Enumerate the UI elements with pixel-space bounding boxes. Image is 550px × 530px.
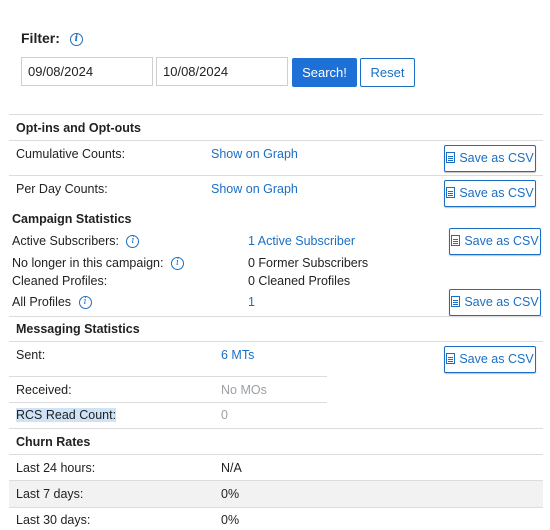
divider xyxy=(9,402,327,403)
cleaned-profiles-label: Cleaned Profiles: xyxy=(12,274,108,288)
cleaned-profiles-value: 0 Cleaned Profiles xyxy=(248,274,351,288)
churn-row-value: N/A xyxy=(221,461,242,475)
document-icon xyxy=(451,296,461,307)
messaging-save-csv-button[interactable]: Save as CSV xyxy=(444,346,536,373)
churn-row-label: Last 7 days: xyxy=(16,487,84,501)
all-profiles-label: All Profiles i xyxy=(12,295,92,310)
info-icon[interactable]: i xyxy=(126,235,140,249)
optins-heading: Opt-ins and Opt-outs xyxy=(16,121,141,135)
reset-button[interactable]: Reset xyxy=(360,58,415,87)
info-icon[interactable]: i xyxy=(170,257,184,271)
start-date-input[interactable]: 09/08/2024 xyxy=(21,57,153,86)
sent-link[interactable]: 6 MTs xyxy=(221,348,254,362)
info-icon[interactable]: i xyxy=(69,32,83,46)
churn-heading: Churn Rates xyxy=(16,435,91,449)
sent-label: Sent: xyxy=(16,348,46,362)
former-subscribers-value: 0 Former Subscribers xyxy=(248,256,369,270)
churn-row-value: 0% xyxy=(221,487,240,501)
messaging-heading: Messaging Statistics xyxy=(16,322,140,336)
churn-row-label: Last 24 hours: xyxy=(16,461,96,475)
filter-label: Filter: i xyxy=(21,30,83,46)
per-day-save-csv-button[interactable]: Save as CSV xyxy=(444,180,536,207)
table-row xyxy=(9,481,543,507)
churn-row-label: Last 30 days: xyxy=(16,513,91,527)
no-longer-label: No longer in this campaign: i xyxy=(12,256,184,271)
divider xyxy=(9,454,543,455)
per-day-counts-label: Per Day Counts: xyxy=(16,182,108,196)
campaign-save-csv-button[interactable]: Save as CSV xyxy=(449,228,541,255)
search-button[interactable]: Search! xyxy=(292,58,357,87)
received-value: No MOs xyxy=(221,383,267,397)
rcs-read-count-value: 0 xyxy=(221,408,228,422)
per-day-show-graph-link[interactable]: Show on Graph xyxy=(211,182,298,196)
cumulative-save-csv-button[interactable]: Save as CSV xyxy=(444,145,536,172)
received-label: Received: xyxy=(16,383,72,397)
document-icon xyxy=(446,353,456,364)
cumulative-show-graph-link[interactable]: Show on Graph xyxy=(211,147,298,161)
active-subscribers-label: Active Subscribers: i xyxy=(12,234,140,249)
end-date-input[interactable]: 10/08/2024 xyxy=(156,57,288,86)
divider xyxy=(9,507,543,508)
rcs-read-count-label: RCS Read Count: xyxy=(16,408,117,422)
info-icon[interactable]: i xyxy=(78,296,92,310)
active-subscribers-link[interactable]: 1 Active Subscriber xyxy=(248,234,355,248)
all-profiles-save-csv-button[interactable]: Save as CSV xyxy=(449,289,541,316)
document-icon xyxy=(446,187,456,198)
churn-row-value: 0% xyxy=(221,513,240,527)
document-icon xyxy=(446,152,456,163)
divider xyxy=(9,140,543,141)
divider xyxy=(9,175,543,176)
campaign-heading: Campaign Statistics xyxy=(12,212,132,226)
divider xyxy=(9,428,543,429)
divider xyxy=(9,316,543,317)
divider xyxy=(9,341,543,342)
divider xyxy=(9,376,327,377)
divider xyxy=(9,114,543,115)
cumulative-counts-label: Cumulative Counts: xyxy=(16,147,126,161)
all-profiles-link[interactable]: 1 xyxy=(248,295,255,309)
document-icon xyxy=(451,235,461,246)
